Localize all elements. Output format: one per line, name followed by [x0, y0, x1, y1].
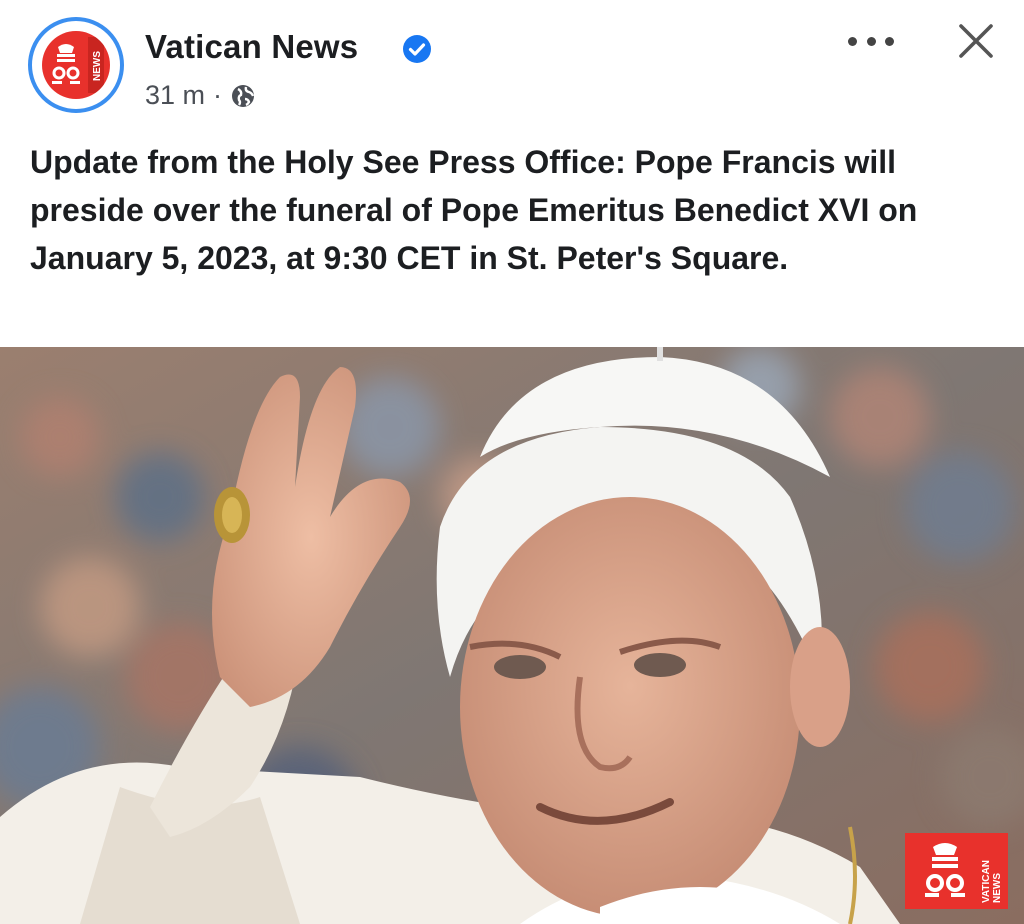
- avatar-logo-text: NEWS: [92, 51, 103, 81]
- watermark-line1: VATICAN: [981, 860, 992, 903]
- post-photo[interactable]: VATICAN NEWS: [0, 347, 1024, 924]
- post-header: NEWS Vatican News 31 m ·: [0, 0, 1024, 130]
- vatican-news-watermark: VATICAN NEWS: [905, 833, 1008, 909]
- pope-benedict-photo: [0, 347, 1024, 924]
- close-icon[interactable]: [955, 20, 997, 62]
- page-avatar[interactable]: NEWS: [28, 17, 124, 113]
- post-message: Update from the Holy See Press Office: P…: [30, 144, 918, 276]
- watermark-line2: NEWS: [992, 873, 1003, 903]
- post-meta: 31 m ·: [145, 80, 256, 111]
- keys-emblem-icon: [925, 843, 965, 897]
- post-timestamp[interactable]: 31 m: [145, 80, 205, 111]
- page-name[interactable]: Vatican News: [145, 28, 358, 66]
- meta-separator: ·: [213, 80, 223, 110]
- verified-badge-icon: [403, 35, 431, 63]
- vatican-news-logo: NEWS: [42, 31, 110, 99]
- globe-icon: [232, 84, 255, 107]
- more-options-icon[interactable]: [848, 28, 894, 54]
- watermark-text: VATICAN NEWS: [981, 839, 1005, 903]
